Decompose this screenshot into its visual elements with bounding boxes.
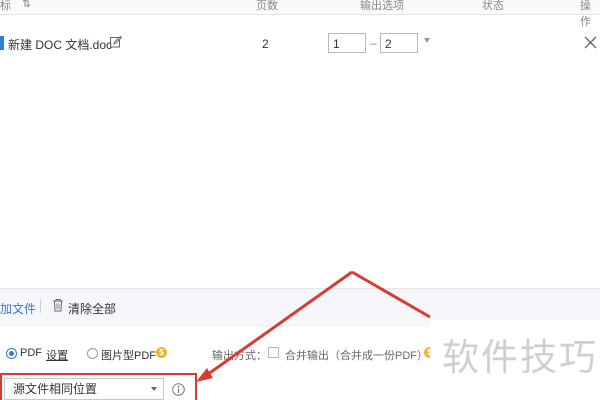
watermark-text: 软件技巧	[442, 336, 598, 379]
annotation-arrow-left	[196, 270, 353, 382]
annotation-arrow-right	[351, 270, 431, 319]
